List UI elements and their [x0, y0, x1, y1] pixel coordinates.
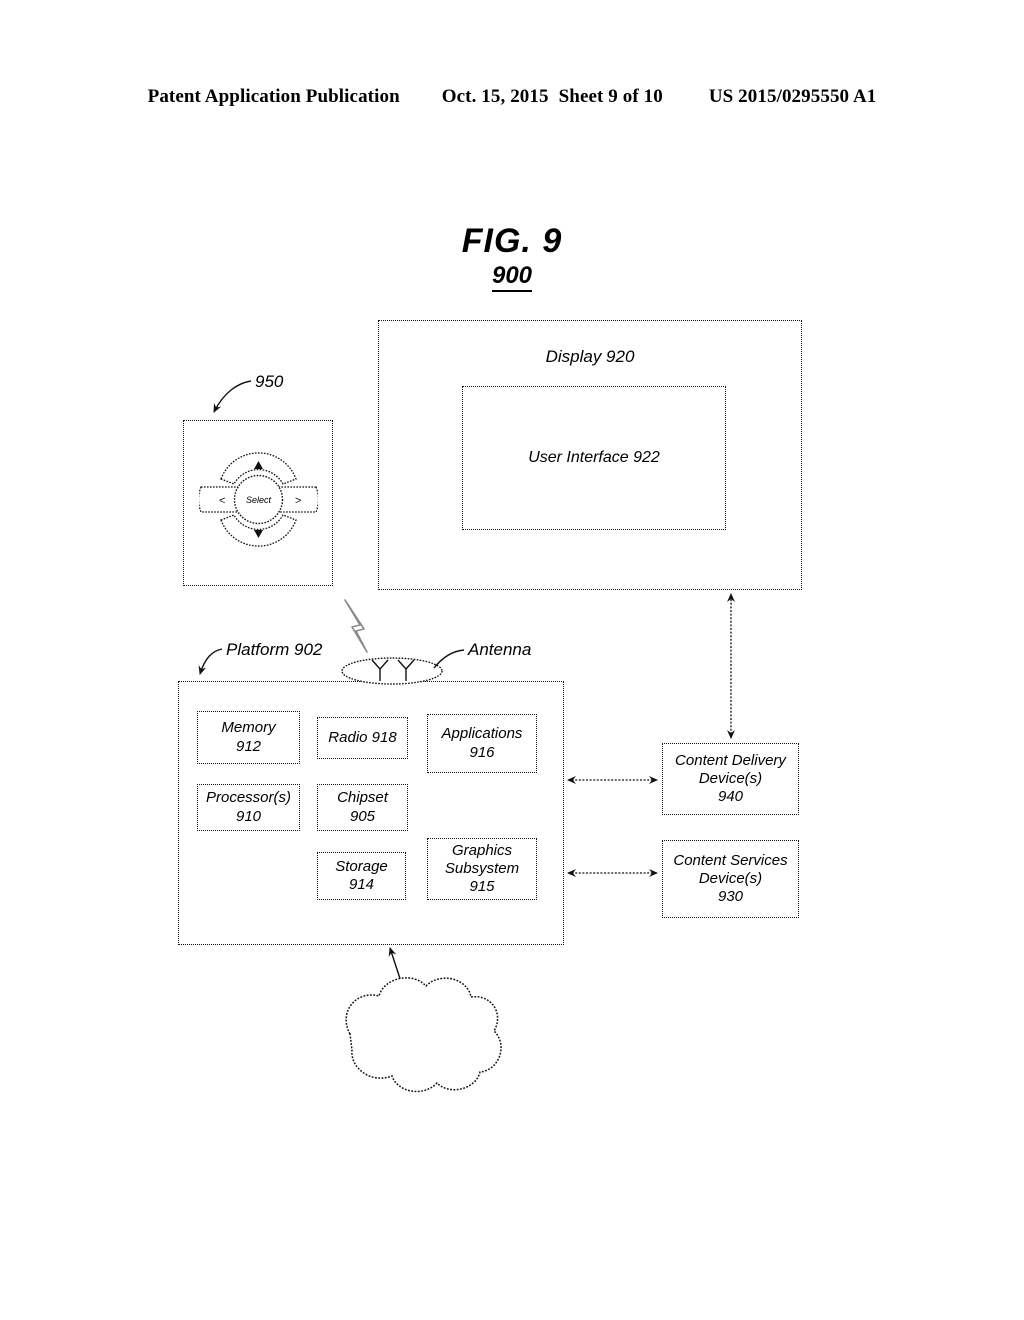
network-name: Network: [365, 1019, 425, 1036]
leader-platform: [198, 648, 223, 675]
cdd-line2: Device(s): [698, 769, 763, 787]
network-cloud-label: Network 990: [320, 1018, 470, 1060]
graphics-ref: 915: [469, 878, 495, 896]
right-chevron-icon: >: [295, 495, 301, 507]
applications-name: Applications: [441, 725, 523, 743]
header-patent-number: US 2015/0295550 A1: [708, 86, 877, 107]
radio-box: Radio 918: [317, 717, 408, 759]
leader-antenna: [433, 649, 465, 669]
lightning-bolt-icon: [344, 599, 368, 653]
network-ref: 990: [381, 1039, 409, 1057]
processor-ref: 910: [235, 807, 262, 825]
radio-name: Radio 918: [328, 728, 397, 746]
graphics-name-line2: Subsystem: [444, 859, 520, 877]
storage-ref: 914: [348, 876, 375, 893]
applications-box: Applications 916: [427, 714, 537, 773]
storage-box: Storage 914: [317, 852, 406, 900]
antenna-dipole-icon: [371, 659, 415, 681]
processor-name: Processor(s): [205, 789, 291, 807]
user-interface-box: User Interface 922: [462, 386, 726, 530]
header-publication: Patent Application Publication: [147, 86, 400, 107]
memory-name: Memory: [221, 719, 276, 737]
figure-number-value: 900: [491, 262, 533, 292]
platform-label: Platform 902: [226, 640, 323, 659]
graphics-name-line1: Graphics: [451, 841, 513, 859]
display-label: Display 920: [545, 347, 635, 366]
header-sheet: Sheet 9 of 10: [558, 86, 663, 107]
csd-ref: 930: [717, 888, 744, 906]
user-interface-label: User Interface 922: [528, 449, 660, 467]
antenna-label: Antenna: [468, 640, 532, 659]
dpad-select-button[interactable]: [233, 474, 284, 525]
storage-name: Storage: [335, 857, 388, 875]
leader-950: [213, 380, 252, 413]
chipset-ref: 905: [349, 807, 376, 825]
chipset-box: Chipset 905: [317, 784, 408, 831]
applications-ref: 916: [469, 743, 495, 761]
graphics-subsystem-box: Graphics Subsystem 915: [427, 838, 537, 900]
csd-line1: Content Services: [673, 851, 788, 869]
dpad-control[interactable]: < >: [199, 440, 318, 559]
memory-box: Memory 912: [197, 711, 300, 764]
memory-ref: 912: [235, 737, 262, 755]
arrow-platform-to-network: [388, 947, 409, 1001]
cdd-ref: 940: [717, 788, 744, 806]
header-date: Oct. 15, 2015: [441, 86, 549, 107]
cdd-line1: Content Delivery: [675, 751, 786, 769]
csd-line2: Device(s): [698, 869, 763, 887]
figure-number: 900: [0, 262, 1024, 292]
navigation-controller-reference-label: 950: [255, 372, 284, 391]
chipset-name: Chipset: [337, 789, 388, 807]
figure-title: FIG. 9: [461, 222, 563, 260]
processor-box: Processor(s) 910: [197, 784, 300, 831]
page-header: Patent Application Publication Oct. 15, …: [0, 86, 1024, 108]
left-chevron-icon: <: [219, 495, 225, 507]
content-services-device-box: Content Services Device(s) 930: [662, 840, 799, 918]
content-delivery-device-box: Content Delivery Device(s) 940: [662, 743, 799, 815]
